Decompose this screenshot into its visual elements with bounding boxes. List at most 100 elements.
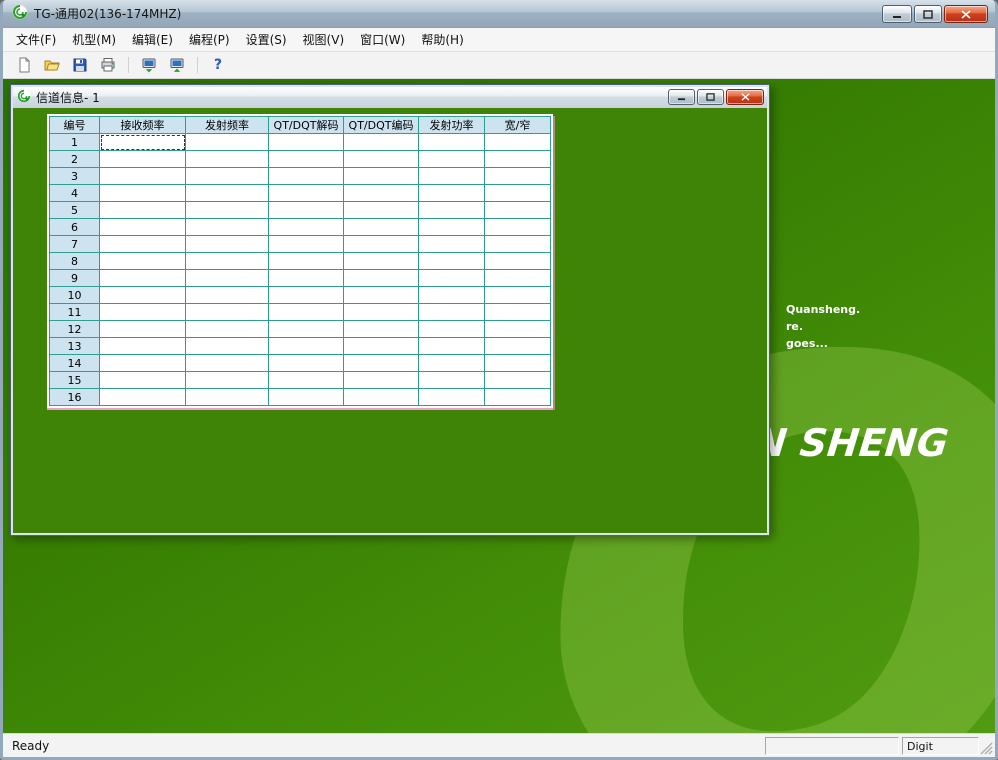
- channel-cell[interactable]: [485, 270, 551, 287]
- channel-cell[interactable]: [344, 270, 419, 287]
- channel-cell[interactable]: [485, 355, 551, 372]
- column-header-qt-decode[interactable]: QT/DQT解码: [269, 117, 344, 134]
- channel-cell[interactable]: [344, 185, 419, 202]
- channel-cell[interactable]: [100, 372, 186, 389]
- channel-cell[interactable]: [100, 134, 186, 151]
- row-number-cell[interactable]: 7: [50, 236, 100, 253]
- column-header-wide-narrow[interactable]: 宽/窄: [485, 117, 551, 134]
- channel-cell[interactable]: [485, 185, 551, 202]
- row-number-cell[interactable]: 1: [50, 134, 100, 151]
- channel-cell[interactable]: [186, 355, 269, 372]
- save-button[interactable]: [68, 54, 92, 76]
- channel-cell[interactable]: [269, 185, 344, 202]
- menu-file[interactable]: 文件(F): [8, 28, 64, 51]
- child-minimize-button[interactable]: [668, 89, 695, 105]
- row-number-cell[interactable]: 15: [50, 372, 100, 389]
- channel-cell[interactable]: [186, 270, 269, 287]
- channel-cell[interactable]: [186, 151, 269, 168]
- channel-cell[interactable]: [419, 304, 485, 321]
- row-number-cell[interactable]: 6: [50, 219, 100, 236]
- channel-cell[interactable]: [419, 253, 485, 270]
- channel-cell[interactable]: [419, 321, 485, 338]
- channel-cell[interactable]: [485, 389, 551, 406]
- row-number-cell[interactable]: 2: [50, 151, 100, 168]
- channel-cell[interactable]: [186, 389, 269, 406]
- open-file-button[interactable]: [40, 54, 64, 76]
- channel-cell[interactable]: [344, 168, 419, 185]
- channel-cell[interactable]: [485, 253, 551, 270]
- channel-cell[interactable]: [269, 236, 344, 253]
- channel-cell[interactable]: [419, 287, 485, 304]
- resize-grip-icon[interactable]: [980, 742, 993, 755]
- channel-cell[interactable]: [186, 338, 269, 355]
- channel-cell[interactable]: [100, 355, 186, 372]
- channel-cell[interactable]: [485, 168, 551, 185]
- channel-cell[interactable]: [186, 236, 269, 253]
- channel-cell[interactable]: [186, 168, 269, 185]
- close-button[interactable]: [944, 5, 988, 23]
- channel-cell[interactable]: [419, 151, 485, 168]
- menu-edit[interactable]: 编辑(E): [124, 28, 181, 51]
- row-number-cell[interactable]: 12: [50, 321, 100, 338]
- channel-cell[interactable]: [100, 236, 186, 253]
- channel-cell[interactable]: [269, 338, 344, 355]
- channel-cell[interactable]: [485, 151, 551, 168]
- channel-cell[interactable]: [186, 202, 269, 219]
- channel-cell[interactable]: [419, 270, 485, 287]
- channel-cell[interactable]: [269, 202, 344, 219]
- row-number-cell[interactable]: 3: [50, 168, 100, 185]
- channel-cell[interactable]: [186, 185, 269, 202]
- channel-cell[interactable]: [344, 287, 419, 304]
- channel-cell[interactable]: [485, 372, 551, 389]
- channel-cell[interactable]: [186, 253, 269, 270]
- menu-window[interactable]: 窗口(W): [352, 28, 413, 51]
- channel-cell[interactable]: [485, 134, 551, 151]
- row-number-cell[interactable]: 11: [50, 304, 100, 321]
- channel-cell[interactable]: [419, 185, 485, 202]
- channel-cell[interactable]: [485, 304, 551, 321]
- menu-help[interactable]: 帮助(H): [413, 28, 471, 51]
- channel-cell[interactable]: [344, 372, 419, 389]
- channel-cell[interactable]: [344, 151, 419, 168]
- channel-cell[interactable]: [100, 219, 186, 236]
- row-number-cell[interactable]: 16: [50, 389, 100, 406]
- channel-cell[interactable]: [344, 338, 419, 355]
- print-button[interactable]: [96, 54, 120, 76]
- column-header-tx-freq[interactable]: 发射频率: [186, 117, 269, 134]
- minimize-button[interactable]: [882, 5, 912, 23]
- channel-cell[interactable]: [100, 185, 186, 202]
- channel-cell[interactable]: [100, 287, 186, 304]
- channel-cell[interactable]: [186, 372, 269, 389]
- channel-cell[interactable]: [269, 219, 344, 236]
- channel-cell[interactable]: [186, 287, 269, 304]
- channel-cell[interactable]: [100, 253, 186, 270]
- channel-cell[interactable]: [269, 151, 344, 168]
- channel-cell[interactable]: [269, 253, 344, 270]
- channel-cell[interactable]: [269, 304, 344, 321]
- channel-cell[interactable]: [100, 151, 186, 168]
- channel-cell[interactable]: [100, 304, 186, 321]
- channel-cell[interactable]: [344, 134, 419, 151]
- row-number-cell[interactable]: 10: [50, 287, 100, 304]
- column-header-tx-power[interactable]: 发射功率: [419, 117, 485, 134]
- column-header-number[interactable]: 编号: [50, 117, 100, 134]
- menu-settings[interactable]: 设置(S): [238, 28, 295, 51]
- row-number-cell[interactable]: 4: [50, 185, 100, 202]
- channel-cell[interactable]: [269, 168, 344, 185]
- channel-cell[interactable]: [344, 253, 419, 270]
- channel-cell[interactable]: [269, 287, 344, 304]
- channel-cell[interactable]: [344, 321, 419, 338]
- channel-cell[interactable]: [344, 219, 419, 236]
- channel-cell[interactable]: [269, 389, 344, 406]
- channel-cell[interactable]: [100, 270, 186, 287]
- new-file-button[interactable]: [12, 54, 36, 76]
- channel-cell[interactable]: [100, 168, 186, 185]
- channel-cell[interactable]: [269, 372, 344, 389]
- channel-cell[interactable]: [269, 270, 344, 287]
- column-header-rx-freq[interactable]: 接收频率: [100, 117, 186, 134]
- channel-cell[interactable]: [344, 304, 419, 321]
- channel-cell[interactable]: [485, 321, 551, 338]
- channel-cell[interactable]: [100, 338, 186, 355]
- child-close-button[interactable]: [726, 89, 764, 105]
- channel-cell[interactable]: [186, 219, 269, 236]
